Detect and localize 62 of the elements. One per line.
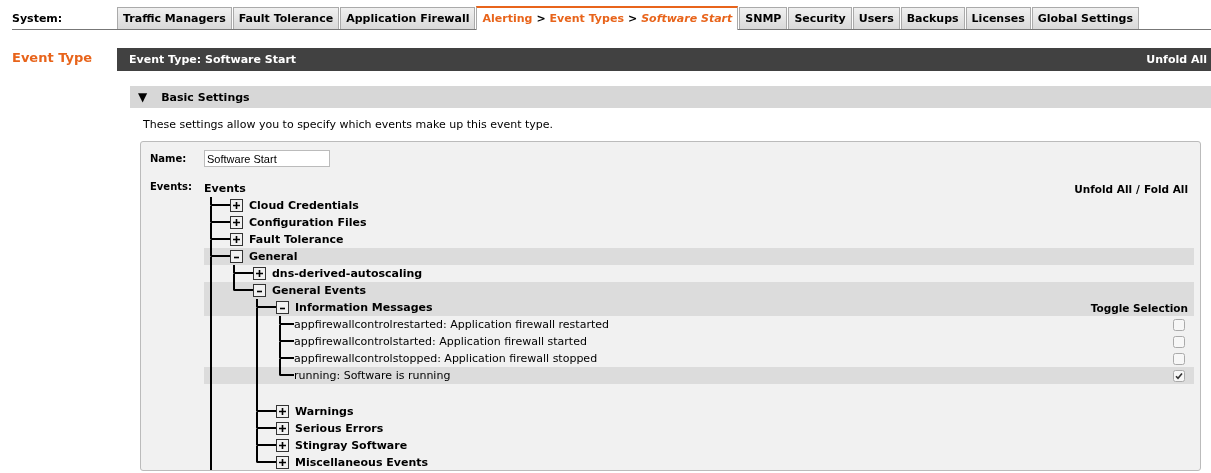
tree-node-label[interactable]: Warnings	[295, 405, 354, 418]
plus-box-icon[interactable]	[276, 422, 289, 435]
section-title: Basic Settings	[161, 90, 250, 104]
event-label: appfirewallcontrolrestarted: Application firewall restarted	[294, 318, 609, 331]
tree-root-label: Events	[204, 182, 246, 195]
unfold-all-link[interactable]: Unfold All	[1074, 182, 1133, 195]
collapse-toggle[interactable]: ▼	[138, 90, 148, 104]
system-label: System:	[12, 12, 64, 27]
tab[interactable]: Fault Tolerance	[232, 7, 340, 29]
plus-box-icon[interactable]	[230, 233, 243, 246]
tree-connector	[279, 333, 294, 342]
tree-connector	[279, 316, 294, 325]
tab[interactable]: Security	[788, 7, 852, 29]
event-label: appfirewallcontrolstopped: Application firewall stopped	[294, 352, 598, 365]
plus-box-icon[interactable]	[276, 439, 289, 452]
section-description: These settings allow you to specify which events make up this event type.	[143, 118, 555, 131]
plus-box-icon[interactable]	[230, 216, 243, 229]
tree-node-label[interactable]: Configuration Files	[249, 216, 367, 229]
link-separator: /	[1136, 182, 1140, 195]
tab[interactable]: SNMP	[739, 7, 788, 29]
tree-node-label[interactable]: Information Messages	[295, 301, 433, 314]
event-label: running: Software is running	[294, 369, 451, 382]
breadcrumb-separator: >	[627, 11, 638, 27]
minus-box-icon[interactable]	[230, 250, 243, 263]
page-heading: Event Type	[12, 50, 93, 65]
unfold-all-link[interactable]: Unfold All	[1146, 53, 1207, 66]
toggle-selection-link[interactable]: Toggle Selection	[1090, 301, 1188, 314]
checkbox[interactable]	[1173, 369, 1185, 382]
tree-node-label[interactable]: Stingray Software	[295, 439, 408, 452]
tab[interactable]: Application Firewall	[340, 7, 476, 29]
plus-box-icon[interactable]	[276, 456, 289, 469]
checkbox[interactable]	[1173, 352, 1185, 365]
header-title: Event Type: Software Start	[129, 53, 297, 66]
minus-box-icon[interactable]	[276, 301, 289, 314]
checkbox[interactable]	[1173, 318, 1185, 331]
breadcrumb-separator: >	[536, 11, 546, 27]
tab[interactable]: Traffic Managers	[117, 7, 232, 29]
tree-node-label[interactable]: Fault Tolerance	[249, 233, 344, 246]
events-label: Events:	[150, 180, 193, 192]
minus-box-icon[interactable]	[253, 284, 266, 297]
event-label: appfirewallcontrolstarted: Application firewall started	[294, 335, 587, 348]
tree-node-label[interactable]: Miscellaneous Events	[295, 456, 429, 469]
tree-node-label[interactable]: Serious Errors	[295, 422, 384, 435]
tree-connector	[279, 367, 294, 376]
plus-box-icon[interactable]	[276, 405, 289, 418]
name-label: Name:	[150, 153, 188, 164]
tab[interactable]: Users	[852, 7, 900, 29]
breadcrumb-current: Software Start	[641, 11, 733, 27]
name-field[interactable]: Software Start	[204, 150, 330, 167]
section-header[interactable]: ▼ Basic Settings	[130, 86, 1211, 108]
tree-node-label[interactable]: General Events	[272, 284, 366, 297]
tab[interactable]: Licenses	[965, 7, 1031, 29]
tab[interactable]: Global Settings	[1031, 7, 1139, 29]
plus-box-icon[interactable]	[230, 199, 243, 212]
tree-connector	[279, 350, 294, 359]
tree-node-label[interactable]: dns-derived-autoscaling	[272, 267, 423, 280]
plus-box-icon[interactable]	[253, 267, 266, 280]
tree-node-label[interactable]: Cloud Credentials	[249, 199, 359, 212]
fold-all-link[interactable]: Fold All	[1143, 182, 1188, 195]
tab[interactable]: Backups	[900, 7, 965, 29]
tree-node-label[interactable]: General	[249, 250, 298, 263]
checkbox[interactable]	[1173, 335, 1185, 348]
